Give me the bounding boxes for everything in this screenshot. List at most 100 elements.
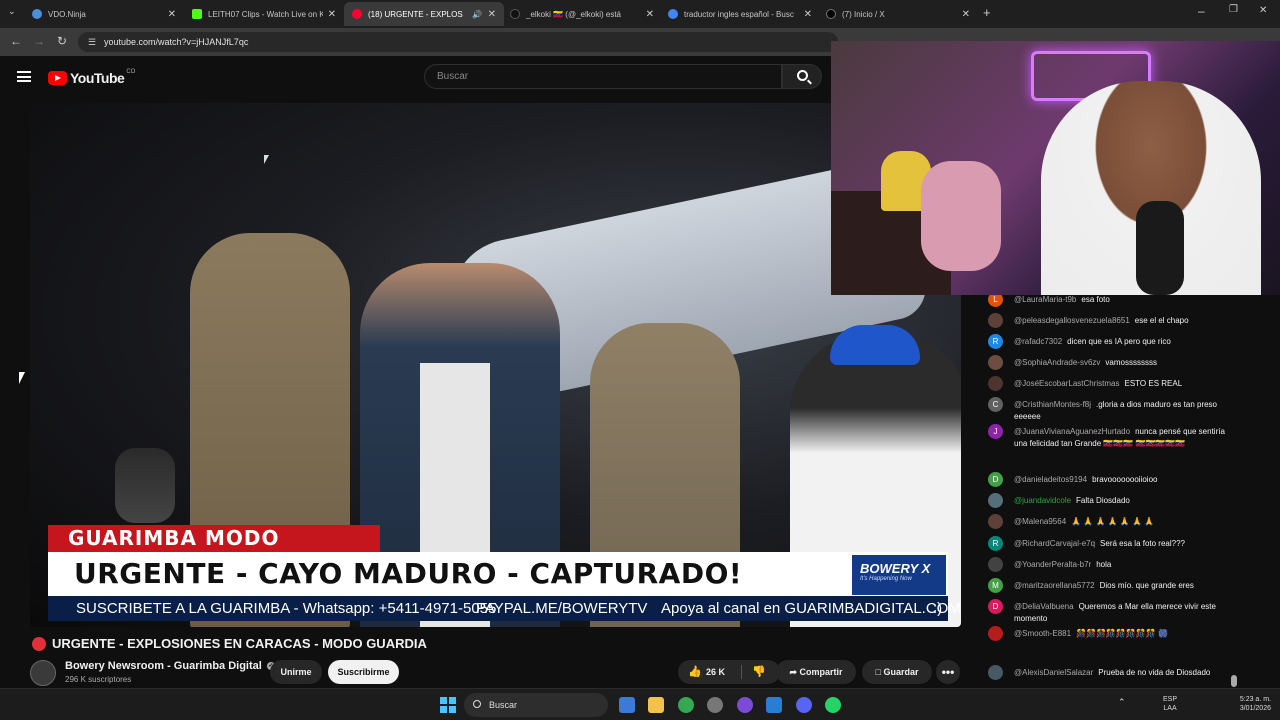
chrome-icon[interactable] — [678, 697, 694, 713]
chat-author[interactable]: @SophiaAndrade-sv6zv — [1014, 358, 1100, 367]
channel-avatar[interactable] — [30, 660, 56, 686]
channel-name[interactable]: Bowery Newsroom - Guarimba Digital — [65, 660, 262, 672]
system-tray-icons[interactable]: ⌃ — [1118, 697, 1126, 708]
chat-author[interactable]: @LauraMaria-t9b — [1014, 295, 1076, 304]
chat-author[interactable]: @CristhianMontes-f8j — [1014, 400, 1091, 409]
share-button[interactable]: ➦ Compartir — [776, 660, 856, 684]
maximize-icon[interactable]: ❐ — [1229, 4, 1238, 15]
clock[interactable]: 5:23 a. m. 3/01/2026 — [1229, 695, 1271, 713]
reload-icon[interactable]: ↻ — [57, 34, 67, 48]
video-player[interactable]: GUARIMBA MODO GUARDIA URGENTE - CAYO MAD… — [30, 103, 961, 627]
close-icon[interactable]: ✕ — [488, 9, 496, 20]
window-close-icon[interactable]: ✕ — [1259, 5, 1267, 16]
new-tab-icon[interactable]: + — [983, 5, 991, 20]
chat-avatar[interactable]: J — [988, 424, 1003, 439]
chat-avatar[interactable]: R — [988, 334, 1003, 349]
divider — [741, 665, 742, 679]
chat-avatar[interactable]: L — [988, 295, 1003, 307]
menu-icon[interactable] — [17, 71, 31, 82]
chat-author[interactable]: @DeliaValbuena — [1014, 602, 1074, 611]
thumbs-down-icon[interactable]: 👎 — [752, 660, 766, 684]
chat-avatar[interactable]: R — [988, 536, 1003, 551]
tab-youtube-active[interactable]: (18) URGENTE - EXPLOS 🔊 ✕ — [344, 2, 504, 26]
store-icon[interactable] — [619, 697, 635, 713]
chat-avatar[interactable]: C — [988, 397, 1003, 412]
join-button[interactable]: Unirme — [270, 660, 322, 684]
chat-author[interactable]: @Malena9564 — [1014, 517, 1066, 526]
folder-icon[interactable] — [648, 697, 664, 713]
webcam-microphone-image — [1136, 201, 1184, 295]
close-icon[interactable]: ✕ — [328, 9, 336, 20]
subscribe-button[interactable]: Suscribirme — [328, 660, 399, 684]
whatsapp-icon[interactable] — [825, 697, 841, 713]
forward-icon[interactable]: → — [33, 34, 45, 48]
close-icon[interactable]: ✕ — [646, 9, 654, 20]
close-icon[interactable]: ✕ — [168, 9, 176, 20]
back-icon[interactable]: ← — [10, 34, 22, 48]
chat-author[interactable]: @Smooth-E881 — [1014, 629, 1071, 638]
tab-vdoninja[interactable]: VDO.Ninja ✕ — [24, 2, 184, 26]
tab-x[interactable]: (7) Inicio / X ✕ — [818, 2, 978, 26]
language-indicator[interactable]: ESP LAA — [1163, 695, 1177, 713]
chat-author-member[interactable]: @juandavidcole — [1014, 496, 1071, 505]
clock-time: 5:23 a. m. — [1239, 696, 1271, 703]
chat-body: @RichardCarvajal-e7q Será esa la foto rea… — [1014, 538, 1229, 550]
chat-body: @JuanaVivianaAguanezHurtado nunca pensé q… — [1014, 426, 1229, 450]
windows-start-icon[interactable] — [440, 697, 456, 713]
speaker-icon[interactable]: 🔊 — [472, 10, 482, 19]
badge-subtitle: It's Happening Now — [860, 576, 912, 582]
document-icon[interactable] — [766, 697, 782, 713]
address-bar[interactable]: ☰ youtube.com/watch?v=jHJANJfL7qc — [78, 32, 838, 52]
chat-avatar[interactable] — [988, 376, 1003, 391]
tab-search-icon[interactable]: ⌄ — [8, 6, 16, 17]
site-info-icon[interactable]: ☰ — [88, 32, 96, 52]
cap-image — [830, 325, 920, 365]
chat-author[interactable]: @JuanaVivianaAguanezHurtado — [1014, 427, 1130, 436]
search-input[interactable]: Buscar — [424, 64, 782, 89]
tab-tiktok[interactable]: _elkoki 🇻🇪 (@_elkoki) está ✕ — [502, 2, 662, 26]
video-title-row: URGENTE - EXPLOSIONES EN CARACAS - MODO … — [32, 636, 427, 651]
channel-name-row[interactable]: Bowery Newsroom - Guarimba Digital ✓ — [65, 660, 275, 672]
chat-avatar[interactable] — [988, 557, 1003, 572]
discord-icon[interactable] — [796, 697, 812, 713]
search-button[interactable] — [782, 64, 822, 89]
chat-scrollbar[interactable] — [1231, 675, 1237, 687]
chat-body: @rafadc7302 dicen que es IA pero que rico — [1014, 336, 1229, 348]
like-count[interactable]: 26 K — [706, 660, 725, 684]
chat-avatar[interactable] — [988, 313, 1003, 328]
close-icon[interactable]: ✕ — [804, 9, 812, 20]
chat-avatar[interactable]: D — [988, 472, 1003, 487]
obs-icon[interactable] — [707, 697, 723, 713]
more-actions-button[interactable]: ••• — [936, 660, 960, 684]
chat-avatar[interactable] — [988, 514, 1003, 529]
chat-avatar[interactable] — [988, 665, 1003, 680]
chat-author[interactable]: @danieladeitos9194 — [1014, 475, 1087, 484]
chat-avatar[interactable] — [988, 355, 1003, 370]
thumbs-up-icon[interactable]: 👍 — [688, 660, 702, 684]
chat-avatar[interactable]: M — [988, 578, 1003, 593]
chat-avatar[interactable] — [988, 493, 1003, 508]
ticker-smile: :) — [933, 600, 943, 617]
app-icon[interactable] — [737, 697, 753, 713]
save-button[interactable]: □ Guardar — [862, 660, 932, 684]
taskbar-search[interactable]: Buscar — [464, 693, 608, 717]
minimize-icon[interactable]: – — [1198, 4, 1205, 18]
chat-body: @peleasdegallosvenezuela8651 ese el el ch… — [1014, 315, 1229, 327]
chat-author[interactable]: @peleasdegallosvenezuela8651 — [1014, 316, 1130, 325]
close-icon[interactable]: ✕ — [962, 9, 970, 20]
chat-avatar[interactable]: D — [988, 599, 1003, 614]
tab-kick[interactable]: LEITH07 Clips - Watch Live on K ✕ — [184, 2, 344, 26]
youtube-logo[interactable]: YouTube CO — [48, 69, 135, 86]
chat-author[interactable]: @JoséEscobarLastChristmas — [1014, 379, 1120, 388]
tab-google[interactable]: traductor ingles español - Busc ✕ — [660, 2, 820, 26]
chat-body: @JoséEscobarLastChristmas ESTO ES REAL — [1014, 378, 1229, 390]
chat-author[interactable]: @RichardCarvajal-e7q — [1014, 539, 1095, 548]
chat-author[interactable]: @AlexisDanielSalazar — [1014, 668, 1093, 677]
chat-author[interactable]: @maritzaorellana5772 — [1014, 581, 1095, 590]
chat-author[interactable]: @rafadc7302 — [1014, 337, 1062, 346]
chat-author[interactable]: @YoanderPeralta-b7r — [1014, 560, 1091, 569]
search-icon — [797, 70, 808, 81]
chat-avatar[interactable] — [988, 626, 1003, 641]
chat-text: esa foto — [1081, 295, 1110, 304]
tab-title: traductor ingles español - Busc — [684, 9, 794, 19]
